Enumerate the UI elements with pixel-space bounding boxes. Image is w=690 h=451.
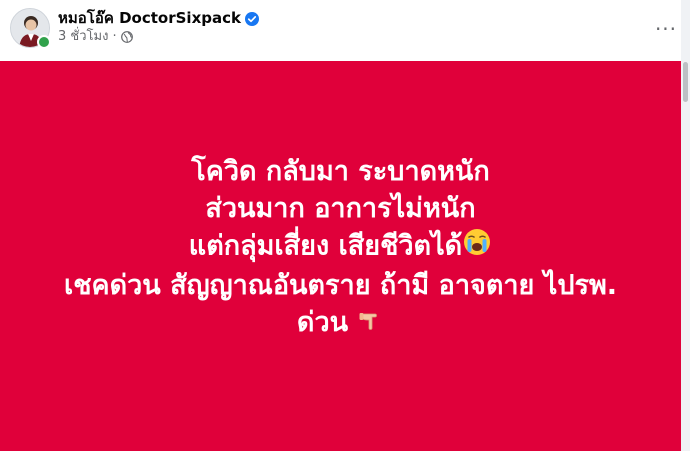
crying-face-emoji <box>462 227 492 267</box>
post-line-3: แต่กลุ่มเสี่ยง เสียชีวิตได้ <box>64 227 617 267</box>
meta-separator: · <box>112 29 117 44</box>
post-text-background: โควิด กลับมา ระบาดหนัก ส่วนมาก อาการไม่ห… <box>0 61 681 451</box>
post-meta: 3 ชั่วโมง · <box>58 29 133 45</box>
scrollbar-thumb[interactable] <box>683 62 688 102</box>
more-options-button[interactable]: ··· <box>648 11 684 47</box>
author-name[interactable]: หมอโอ๊ค DoctorSixpack <box>58 8 241 28</box>
post-line-5: ด่วน <box>64 304 617 342</box>
post-text: โควิด กลับมา ระบาดหนัก ส่วนมาก อาการไม่ห… <box>64 153 617 342</box>
post-line-1-text: โควิด กลับมา ระบาดหนัก <box>191 155 490 187</box>
post-line-5-text: ด่วน <box>296 306 349 338</box>
facebook-post: หมอโอ๊ค DoctorSixpack 3 ชั่วโมง · ··· โค… <box>0 0 690 451</box>
post-line-2-text: ส่วนมาก อาการไม่หนัก <box>205 192 476 224</box>
post-line-4: เชคด่วน สัญญาณอันตราย ถ้ามี อาจตาย ไปรพ. <box>64 267 617 304</box>
post-timestamp[interactable]: 3 ชั่วโมง <box>58 29 108 45</box>
verified-badge-icon <box>244 11 259 26</box>
author-row: หมอโอ๊ค DoctorSixpack <box>58 8 259 28</box>
post-line-3-text: แต่กลุ่มเสี่ยง เสียชีวิตได้ <box>188 230 463 261</box>
online-status-indicator <box>37 35 51 49</box>
pointing-down-emoji <box>358 305 384 342</box>
more-horizontal-icon: ··· <box>654 17 678 41</box>
post-line-4-text: เชคด่วน สัญญาณอันตราย ถ้ามี อาจตาย ไปรพ. <box>63 269 618 301</box>
globe-icon[interactable] <box>120 31 133 43</box>
post-line-2: ส่วนมาก อาการไม่หนัก <box>64 190 617 227</box>
post-line-1: โควิด กลับมา ระบาดหนัก <box>64 153 617 190</box>
post-header: หมอโอ๊ค DoctorSixpack 3 ชั่วโมง · ··· <box>0 0 690 58</box>
